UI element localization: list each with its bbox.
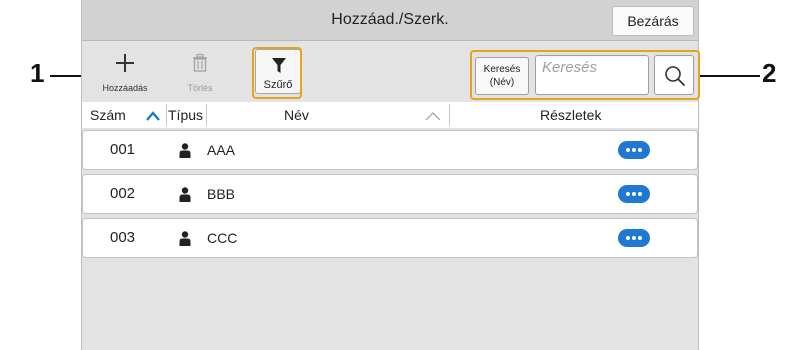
column-header-number[interactable]: Szám (90, 102, 166, 128)
more-icon (638, 236, 642, 240)
more-icon (626, 236, 630, 240)
item-number: 001 (110, 141, 136, 158)
window-title: Hozzáad./Szerk. (331, 11, 449, 28)
column-separator (166, 104, 167, 126)
item-name: BBB (207, 186, 236, 202)
item-name: CCC (207, 230, 238, 246)
trash-icon (193, 53, 207, 72)
column-header-row: Szám Típus Név Részletek (82, 102, 698, 129)
callout-number-2: 2 (762, 58, 777, 88)
column-header-name-label: Név (284, 107, 309, 123)
callout-highlight-search (470, 50, 700, 100)
person-icon (179, 187, 191, 202)
title-bar: Hozzáad./Szerk. Bezárás (82, 0, 698, 41)
column-header-details: Részletek (540, 107, 602, 123)
list-item[interactable]: 001 AAA (82, 130, 698, 170)
more-icon (632, 192, 636, 196)
column-header-name[interactable]: Név (207, 102, 447, 128)
item-number: 003 (110, 229, 136, 246)
more-icon (632, 148, 636, 152)
close-button[interactable]: Bezárás (612, 6, 694, 36)
column-header-type[interactable]: Típus (168, 102, 203, 128)
column-separator (449, 104, 450, 126)
list-item[interactable]: 002 BBB (82, 174, 698, 214)
delete-button-label: Törlés (187, 83, 213, 93)
sort-asc-icon (146, 111, 160, 121)
plus-icon (116, 54, 134, 72)
add-button-label: Hozzáadás (102, 83, 148, 93)
callout-number-1: 1 (30, 58, 45, 88)
more-icon (638, 192, 642, 196)
callout-line-2 (700, 75, 760, 77)
item-number: 002 (110, 185, 136, 202)
column-header-number-label: Szám (90, 107, 126, 123)
sort-indicator-icon (425, 112, 441, 121)
more-icon (626, 148, 630, 152)
address-list: 001 AAA 002 BBB 003 CCC (82, 128, 698, 350)
details-button[interactable] (618, 185, 650, 203)
list-item[interactable]: 003 CCC (82, 218, 698, 258)
delete-button[interactable]: Törlés (169, 45, 231, 95)
item-name: AAA (207, 142, 236, 158)
more-icon (632, 236, 636, 240)
details-button[interactable] (618, 229, 650, 247)
person-icon (179, 143, 191, 158)
person-icon (179, 231, 191, 246)
add-button[interactable]: Hozzáadás (94, 45, 156, 95)
callout-highlight-filter (252, 47, 302, 99)
details-button[interactable] (618, 141, 650, 159)
more-icon (638, 148, 642, 152)
more-icon (626, 192, 630, 196)
